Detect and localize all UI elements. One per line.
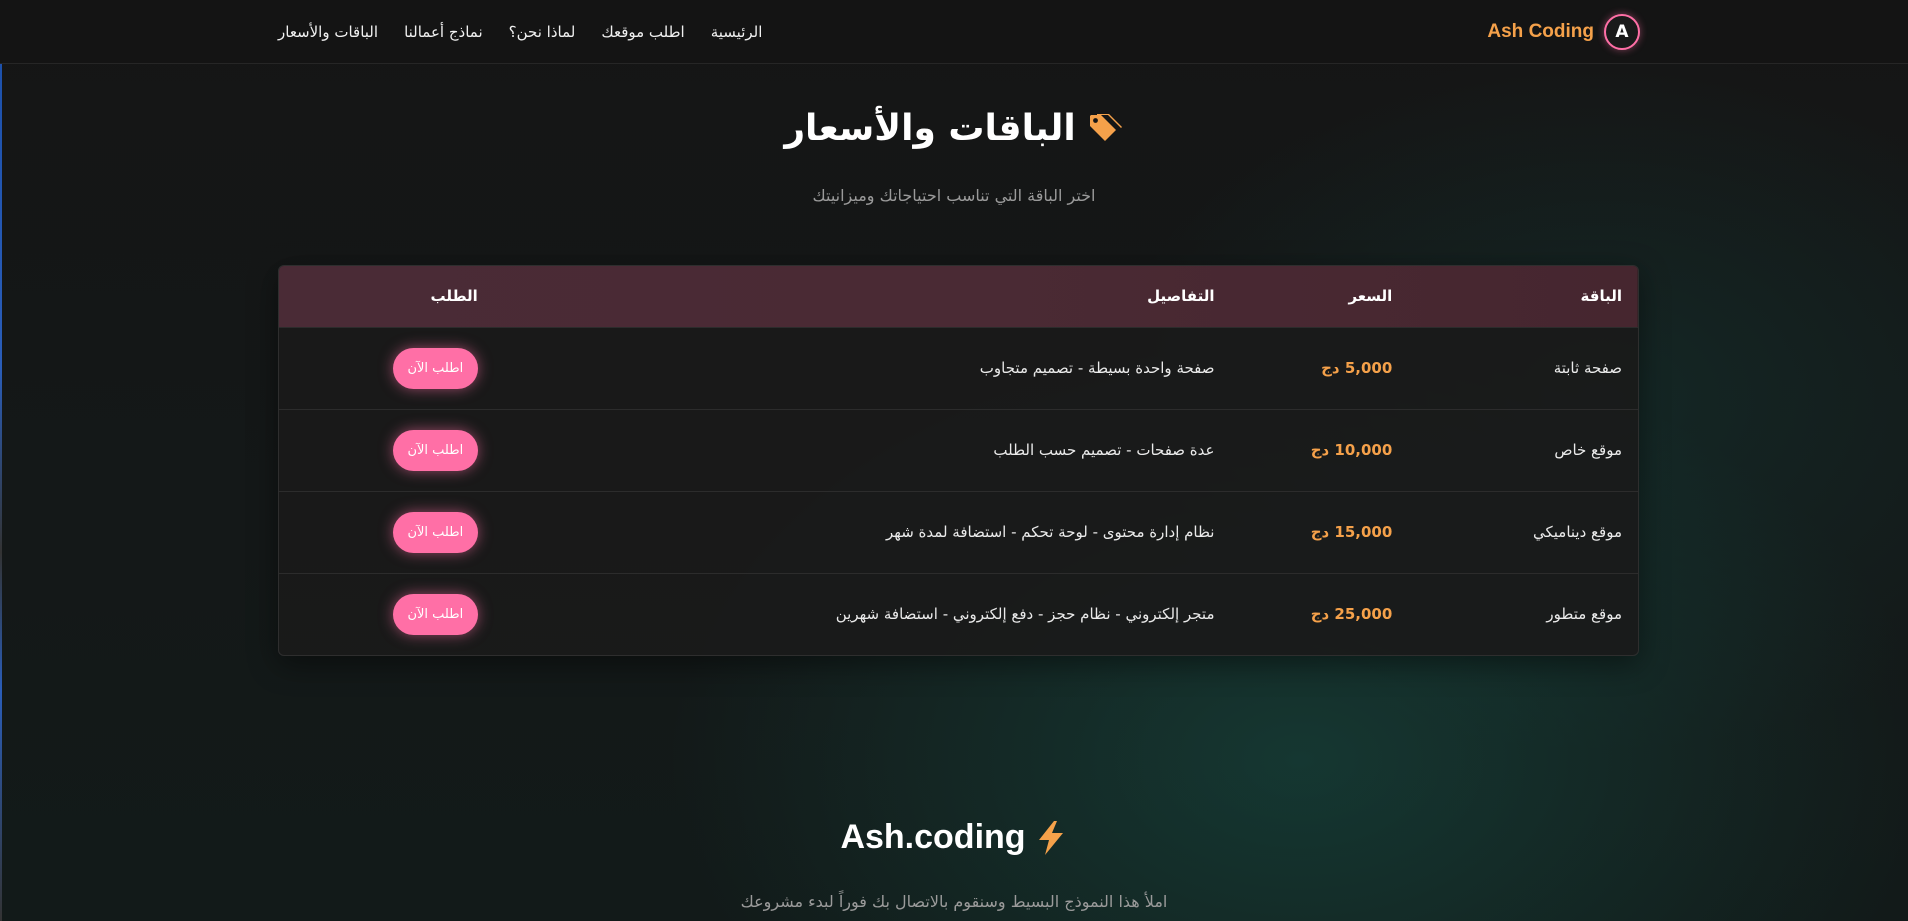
lightning-icon [1034, 819, 1068, 857]
tag-icon [1086, 110, 1124, 148]
package-name: موقع متطور [1546, 605, 1622, 624]
brand-logo-letter: A [1615, 22, 1629, 42]
package-price: 5,000 دج [1321, 359, 1393, 377]
nav-link-why-us[interactable]: لماذا نحن؟ [509, 23, 576, 41]
contact-heading: Ash.coding [0, 818, 1908, 857]
table-row: موقع متطور 25,000 دج متجر إلكتروني - نظا… [279, 573, 1638, 655]
table-header-row: الباقة السعر التفاصيل الطلب [279, 266, 1638, 327]
header-details: التفاصيل [1147, 287, 1215, 306]
table-row: موقع خاص 10,000 دج عدة صفحات - تصميم حسب… [279, 409, 1638, 491]
brand[interactable]: A Ash Coding [1487, 14, 1640, 50]
package-name: صفحة ثابتة [1553, 359, 1622, 377]
package-details: عدة صفحات - تصميم حسب الطلب [993, 441, 1215, 459]
pricing-heading: الباقات والأسعار [0, 108, 1908, 149]
header-package: الباقة [1580, 287, 1622, 306]
package-name: موقع ديناميكي [1532, 523, 1622, 541]
nav-link-order-site[interactable]: اطلب موقعك [601, 23, 684, 41]
brand-name: Ash Coding [1487, 21, 1594, 42]
package-details: صفحة واحدة بسيطة - تصميم متجاوب [979, 359, 1215, 377]
package-price: 10,000 دج [1310, 441, 1393, 459]
brand-logo: A [1604, 14, 1640, 50]
navbar-inner: A Ash Coding الرئيسية اطلب موقعك لماذا ن… [278, 0, 1640, 64]
order-now-button[interactable]: اطلب الآن [392, 593, 478, 635]
package-details: متجر إلكتروني - نظام حجز - دفع إلكتروني … [835, 605, 1215, 624]
package-name: موقع خاص [1554, 441, 1622, 459]
pricing-title: الباقات والأسعار [784, 108, 1076, 149]
package-details: نظام إدارة محتوى - لوحة تحكم - استضافة ل… [886, 523, 1215, 541]
table-row: صفحة ثابتة 5,000 دج صفحة واحدة بسيطة - ت… [279, 327, 1638, 409]
header-order: الطلب [430, 287, 478, 306]
navbar: A Ash Coding الرئيسية اطلب موقعك لماذا ن… [0, 0, 1908, 64]
table-row: موقع ديناميكي 15,000 دج نظام إدارة محتوى… [279, 491, 1638, 573]
nav-link-pricing[interactable]: الباقات والأسعار [278, 23, 378, 41]
order-now-button[interactable]: اطلب الآن [392, 429, 478, 471]
package-price: 25,000 دج [1310, 605, 1393, 624]
contact-title: Ash.coding [840, 818, 1026, 856]
nav-link-portfolio[interactable]: نماذج أعمالنا [404, 23, 483, 41]
nav-links: الرئيسية اطلب موقعك لماذا نحن؟ نماذج أعم… [278, 23, 762, 41]
contact-subtitle: املأ هذا النموذج البسيط وسنقوم بالاتصال … [740, 892, 1168, 911]
pricing-subtitle: اختر الباقة التي تناسب احتياجاتك وميزاني… [812, 186, 1096, 205]
header-price: السعر [1348, 287, 1393, 306]
pricing-table: الباقة السعر التفاصيل الطلب صفحة ثابتة 5… [278, 265, 1639, 656]
package-price: 15,000 دج [1310, 523, 1393, 541]
order-now-button[interactable]: اطلب الآن [392, 511, 478, 553]
order-now-button[interactable]: اطلب الآن [392, 347, 478, 389]
nav-link-home[interactable]: الرئيسية [711, 23, 763, 41]
